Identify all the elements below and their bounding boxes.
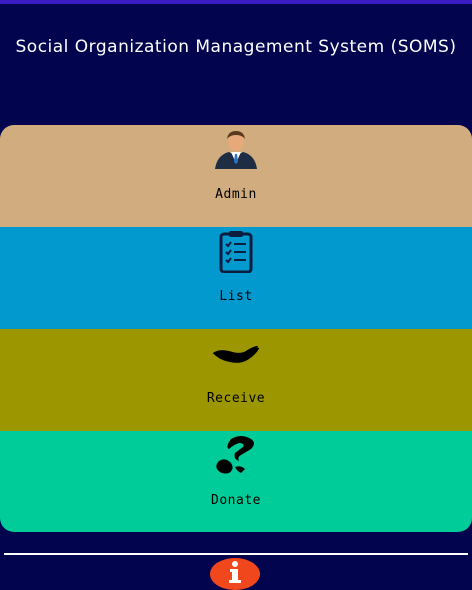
- menu-item-receive[interactable]: Receive: [0, 329, 472, 431]
- menu-item-label: Admin: [215, 187, 257, 202]
- status-strip: [0, 0, 472, 4]
- app-title-text: Social Organization Management System (S…: [15, 37, 457, 57]
- menu-item-admin[interactable]: Admin: [0, 125, 472, 227]
- donate-hand-icon: [211, 435, 261, 477]
- app-title: Social Organization Management System (S…: [0, 36, 472, 58]
- menu-item-donate[interactable]: Donate: [0, 431, 472, 532]
- receive-hand-icon: [211, 333, 261, 375]
- info-button[interactable]: [210, 558, 260, 590]
- admin-user-icon: [211, 129, 261, 171]
- menu-item-list[interactable]: List: [0, 227, 472, 329]
- clipboard-list-icon: [211, 231, 261, 273]
- main-menu: Admin List Receive Donate: [0, 125, 472, 532]
- menu-item-label: Receive: [206, 391, 266, 406]
- footer-divider: [4, 553, 468, 555]
- info-icon: [227, 561, 243, 587]
- menu-item-label: Donate: [211, 493, 261, 508]
- menu-item-label: List: [219, 289, 253, 304]
